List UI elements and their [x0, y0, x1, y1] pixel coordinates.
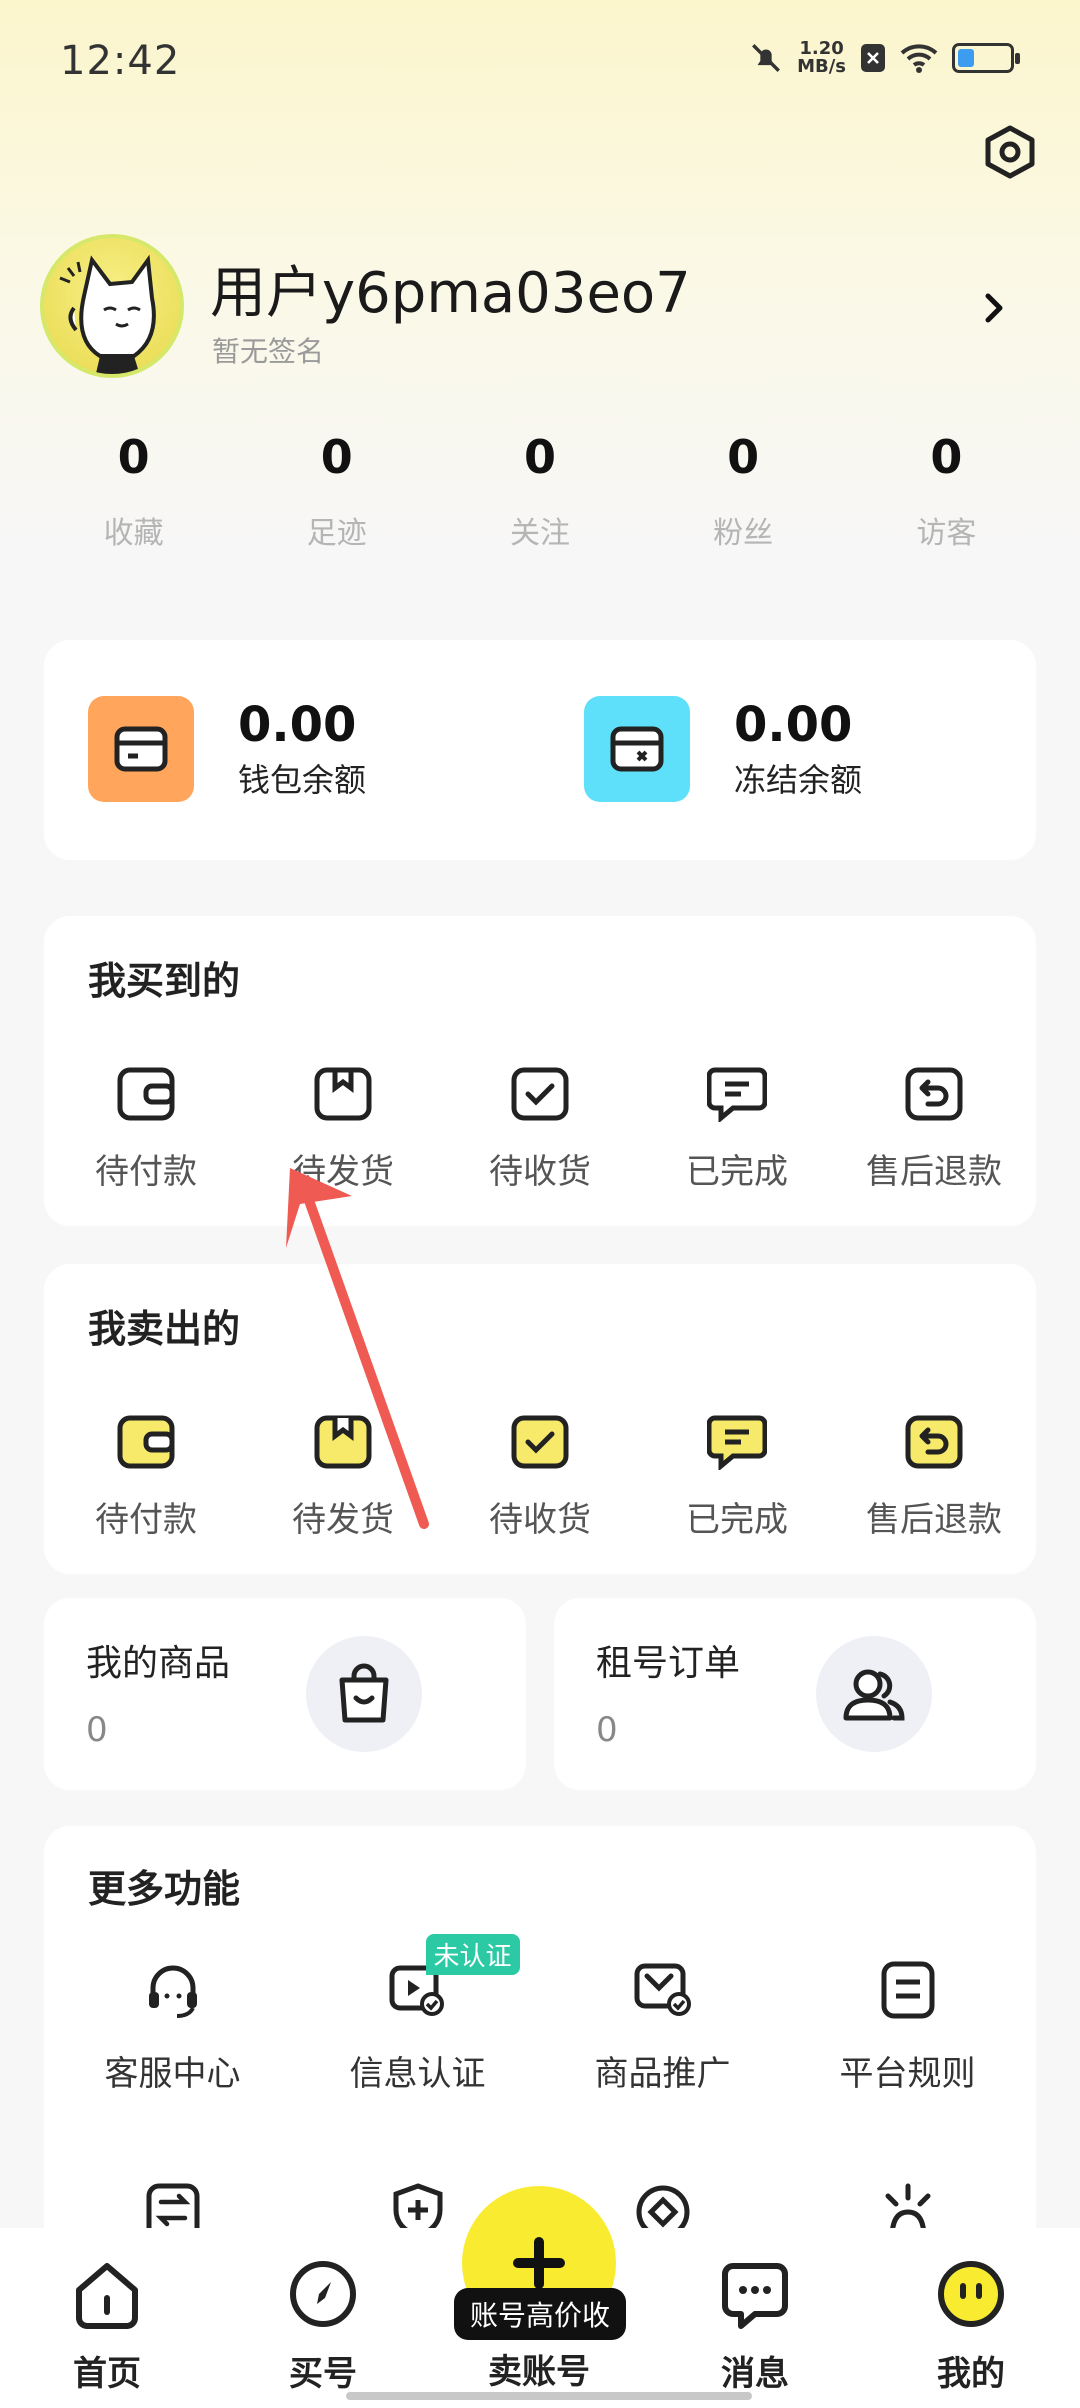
signature: 暂无签名 [212, 335, 325, 368]
profile-header[interactable]: 用户y6pma03eo7 暂无签名 [40, 234, 1040, 384]
mute-bell-icon [752, 44, 781, 72]
tab-messages[interactable]: 消息 [680, 2258, 830, 2395]
stat-visitors[interactable]: 0 访客 [866, 430, 1026, 552]
wallet-icon [117, 1415, 175, 1469]
status-icons: 1.20 MB/s [749, 38, 1020, 77]
unverified-badge: 未认证 [425, 1934, 520, 1975]
package-icon [314, 1067, 372, 1121]
bought-title: 我买到的 [88, 959, 241, 1003]
settings-hexagon-icon[interactable] [982, 124, 1038, 180]
smiley-face-icon [938, 2261, 1004, 2327]
message-icon [722, 2263, 788, 2329]
sim-off-icon [861, 44, 885, 72]
sold-pending-payment[interactable]: 待付款 [58, 1414, 234, 1541]
bought-pending-shipment[interactable]: 待发货 [255, 1066, 431, 1193]
wallet-card: 0.00 钱包余额 0.00 冻结余额 [44, 640, 1036, 860]
wallet-icon [117, 1067, 175, 1121]
bought-completed[interactable]: 已完成 [649, 1066, 825, 1193]
stat-favorites[interactable]: 0 收藏 [54, 430, 214, 552]
home-icon [76, 2263, 138, 2329]
compass-icon [290, 2261, 356, 2327]
headset-icon [148, 1965, 197, 2018]
frozen-amount: 0.00 [734, 697, 853, 753]
frozen-balance[interactable]: 0.00 冻结余额 [584, 696, 862, 802]
username: 用户y6pma03eo7 [210, 261, 691, 326]
sold-pending-receipt[interactable]: 待收货 [452, 1414, 628, 1541]
platform-rules[interactable]: 平台规则 [798, 1960, 1018, 2095]
bought-pending-receipt[interactable]: 待收货 [452, 1066, 628, 1193]
wallet-balance[interactable]: 0.00 钱包余额 [88, 696, 366, 802]
stat-following[interactable]: 0 关注 [460, 430, 620, 552]
wallet-label: 钱包余额 [238, 761, 367, 799]
rent-orders-title: 租号订单 [596, 1643, 741, 1684]
cat-avatar-icon [59, 254, 156, 374]
sold-after-sales-refund[interactable]: 售后退款 [846, 1414, 1022, 1541]
sold-orders-card: 我卖出的 待付款 待发货 待收货 已完成 售后退款 [44, 1264, 1036, 1574]
chat-icon [707, 1415, 767, 1470]
chevron-right-icon[interactable] [974, 288, 1014, 328]
tab-buy[interactable]: 买号 [248, 2258, 398, 2395]
shopping-bag-icon [306, 1636, 422, 1752]
my-goods-title: 我的商品 [86, 1643, 231, 1684]
wallet-card-icon [88, 696, 194, 802]
wifi-icon [900, 44, 938, 73]
sold-pending-shipment[interactable]: 待发货 [255, 1414, 431, 1541]
tab-home[interactable]: 首页 [32, 2258, 182, 2395]
my-goods-count: 0 [86, 1710, 108, 1750]
promote-icon [634, 1963, 691, 2016]
bought-orders-card: 我买到的 待付款 待发货 待收货 已完成 售后退款 [44, 916, 1036, 1226]
status-bar: 12:42 1.20 MB/s [0, 0, 1080, 128]
plus-icon [513, 2237, 565, 2289]
wallet-amount: 0.00 [238, 697, 357, 753]
home-indicator [346, 2392, 752, 2400]
profile-stats: 0 收藏 0 足迹 0 关注 0 粉丝 0 访客 [0, 430, 1080, 552]
check-box-icon [511, 1067, 569, 1121]
battery-icon [952, 43, 1020, 73]
frozen-label: 冻结余额 [734, 761, 863, 799]
sold-completed[interactable]: 已完成 [649, 1414, 825, 1541]
check-box-icon [511, 1415, 569, 1469]
rent-orders-count: 0 [596, 1710, 618, 1750]
network-speed: 1.20 MB/s [797, 38, 846, 77]
customer-service-center[interactable]: 客服中心 [63, 1960, 283, 2095]
users-icon [816, 1636, 932, 1752]
bought-pending-payment[interactable]: 待付款 [58, 1066, 234, 1193]
goods-promotion[interactable]: 商品推广 [553, 1960, 773, 2095]
return-icon [905, 1415, 963, 1469]
avatar[interactable] [40, 234, 184, 378]
my-goods-card[interactable]: 我的商品 0 [44, 1598, 526, 1790]
return-icon [905, 1067, 963, 1121]
tab-mine[interactable]: 我的 [896, 2258, 1046, 2395]
frozen-card-icon [584, 696, 690, 802]
more-title: 更多功能 [88, 1867, 241, 1911]
rules-icon [881, 1961, 934, 2019]
info-verification[interactable]: 未认证 信息认证 [308, 1934, 528, 2095]
sell-high-price-banner[interactable]: 账号高价收 [454, 2288, 626, 2340]
status-time: 12:42 [60, 38, 181, 84]
stat-fans[interactable]: 0 粉丝 [663, 430, 823, 552]
package-icon [314, 1415, 372, 1469]
sold-title: 我卖出的 [88, 1307, 241, 1351]
bought-after-sales-refund[interactable]: 售后退款 [846, 1066, 1022, 1193]
chat-icon [707, 1067, 767, 1122]
stat-footprints[interactable]: 0 足迹 [257, 430, 417, 552]
rent-orders-card[interactable]: 租号订单 0 [554, 1598, 1036, 1790]
